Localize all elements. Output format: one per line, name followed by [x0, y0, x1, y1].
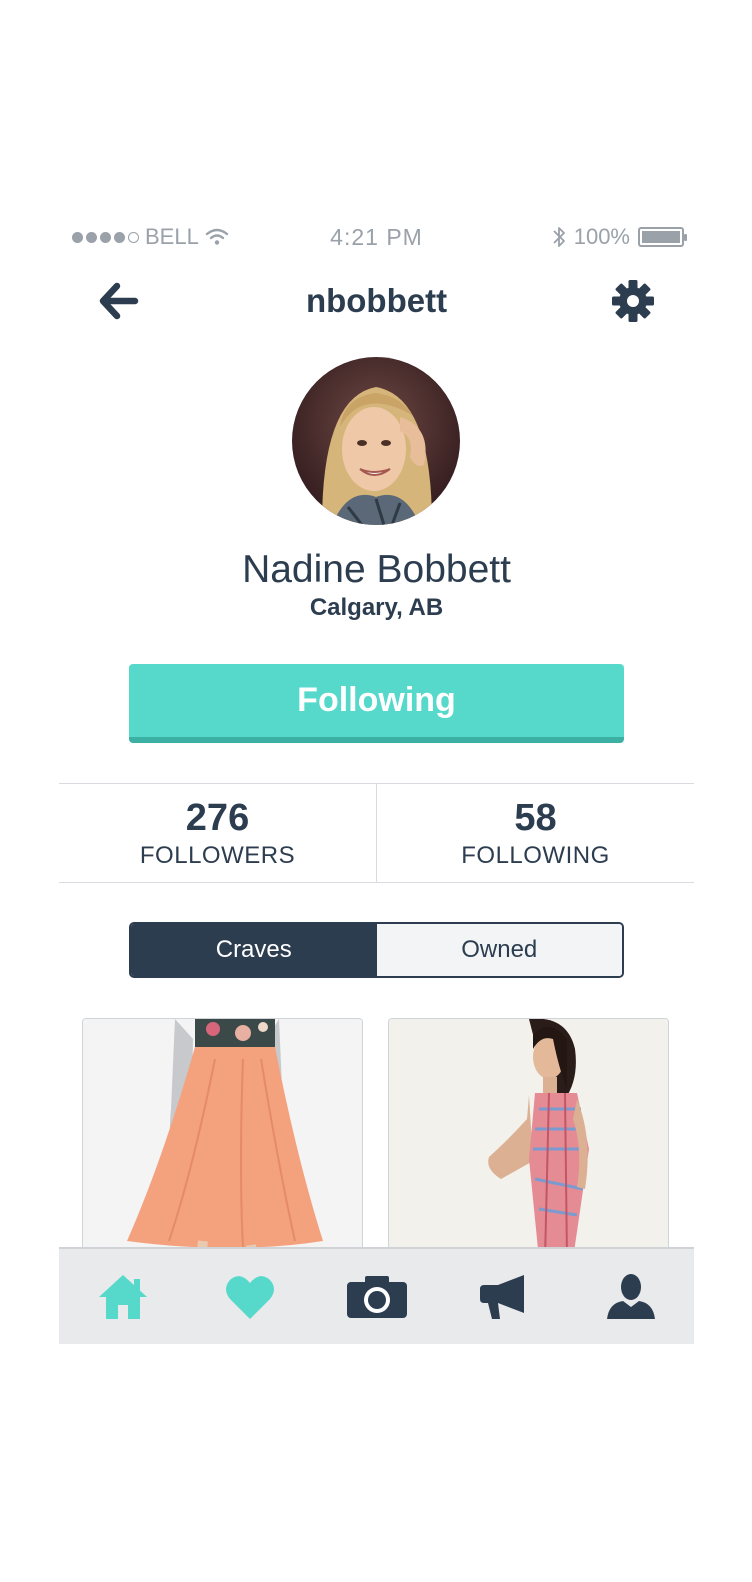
- battery-icon: [638, 227, 687, 247]
- tab-profile[interactable]: [596, 1267, 666, 1327]
- craves-owned-segment: Craves Owned: [129, 922, 624, 978]
- page-title: nbobbett: [305, 282, 448, 319]
- megaphone-icon: [479, 1274, 524, 1319]
- settings-button[interactable]: [610, 278, 656, 324]
- battery-percent: 100%: [573, 224, 630, 249]
- tab-craves[interactable]: [215, 1267, 285, 1327]
- tab-home[interactable]: [88, 1267, 158, 1327]
- profile-icon: [606, 1273, 655, 1319]
- item-grid: [82, 1018, 670, 1258]
- gear-icon: [612, 280, 654, 322]
- avatar[interactable]: [292, 357, 460, 525]
- profile-location: Calgary, AB: [309, 594, 444, 621]
- camera-icon: [346, 1275, 407, 1318]
- status-bar: BELL 4:21 PM 100%: [59, 222, 694, 254]
- following-label: FOLLOWING: [461, 842, 610, 869]
- following-button[interactable]: Following: [129, 664, 624, 743]
- avatar-photo: [292, 357, 460, 525]
- heart-icon: [225, 1275, 274, 1319]
- profile-name: Nadine Bobbett: [242, 548, 511, 591]
- bluetooth-icon: [553, 227, 565, 247]
- item-card[interactable]: [388, 1018, 669, 1258]
- followers-label: FOLLOWERS: [139, 842, 296, 869]
- app-screen: BELL 4:21 PM 100% nbobbett Nadine Bobbet…: [59, 0, 694, 1582]
- skirt-photo: [83, 1019, 362, 1257]
- tab-announcements[interactable]: [469, 1267, 539, 1327]
- nav-bar: nbobbett: [59, 270, 694, 332]
- following-stat[interactable]: 58 FOLLOWING: [376, 784, 694, 882]
- dress-photo: [389, 1019, 668, 1257]
- following-count: 58: [514, 797, 557, 839]
- tab-camera[interactable]: [342, 1267, 412, 1327]
- stats-row: 276 FOLLOWERS 58 FOLLOWING: [59, 783, 694, 883]
- item-card[interactable]: [82, 1018, 363, 1258]
- followers-stat[interactable]: 276 FOLLOWERS: [59, 784, 376, 882]
- segment-owned[interactable]: Owned: [376, 924, 622, 976]
- segment-craves[interactable]: Craves: [131, 924, 377, 976]
- status-right: 100%: [552, 224, 687, 250]
- home-icon: [98, 1274, 147, 1319]
- followers-count: 276: [185, 797, 250, 839]
- tab-bar: [59, 1247, 694, 1344]
